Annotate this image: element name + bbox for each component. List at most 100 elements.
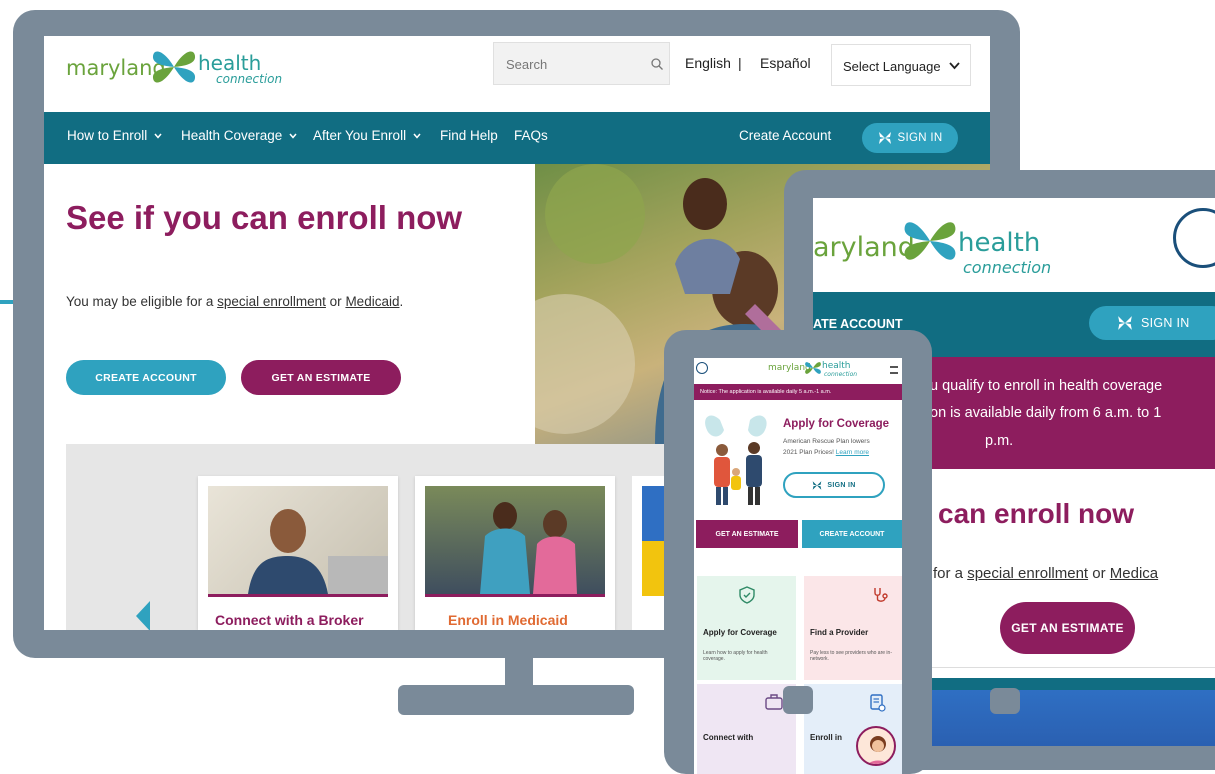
butterfly-icon: [813, 480, 822, 490]
nav-label: After You Enroll: [313, 128, 407, 143]
phone-hero-sub-text: 2021 Plan Prices!: [783, 449, 834, 456]
menu-icon[interactable]: [890, 366, 898, 374]
sign-in-label: SIGN IN: [827, 481, 856, 489]
create-account-button[interactable]: CREATE ACCOUNT: [66, 360, 226, 395]
tablet-get-estimate-button[interactable]: GET AN ESTIMATE: [1000, 602, 1135, 654]
hero-text-before: You may be eligible for a: [66, 294, 218, 309]
nav-label: Health Coverage: [181, 128, 283, 143]
phone-tile-provider[interactable]: Find a Provider Pay less to see provider…: [804, 576, 902, 680]
get-estimate-label: GET AN ESTIMATE: [715, 530, 779, 538]
broker-photo: [208, 486, 388, 594]
tile-title: Find a Provider: [810, 628, 869, 637]
tablet-seal-icon: [1173, 208, 1215, 268]
avatar: [856, 726, 896, 766]
card-underline: [425, 594, 605, 597]
butterfly-logo-icon: [152, 51, 196, 83]
medicaid-illustration: [480, 502, 577, 594]
hero-text-mid: or: [1088, 565, 1110, 582]
notice-line: u qualify to enroll in health coverage: [930, 378, 1163, 394]
hero-text-after: .: [399, 294, 404, 309]
language-select-value: Select Language: [843, 59, 941, 74]
logo-connection: connection: [824, 371, 858, 378]
phone-get-estimate-button[interactable]: GET AN ESTIMATE: [696, 520, 798, 548]
hero-text: You may be eligible for a special enroll…: [66, 294, 403, 309]
get-estimate-label: GET AN ESTIMATE: [1011, 621, 1124, 635]
nav-after-you-enroll[interactable]: After You Enroll: [313, 128, 421, 143]
chevron-down-icon: [413, 133, 421, 139]
sign-in-label: SIGN IN: [897, 132, 943, 144]
phone-notice-bar: Notice: The application is available dai…: [694, 384, 902, 400]
phone-tile-enroll[interactable]: Enroll in: [804, 684, 902, 774]
logo-connection: connection: [963, 258, 1052, 277]
monitor-base: [398, 685, 634, 715]
tile-desc: Pay less to see providers who are in-net…: [810, 650, 892, 662]
tile-desc: Learn how to apply for health coverage.: [703, 650, 768, 662]
butterfly-icon: [878, 132, 891, 144]
notice-line: on is available daily from 6 a.m. to 1: [930, 405, 1162, 421]
create-account-label: CREATE ACCOUNT: [819, 530, 885, 538]
chevron-down-icon: [154, 133, 162, 139]
phone-home-button[interactable]: [783, 686, 813, 714]
get-estimate-label: GET AN ESTIMATE: [271, 371, 371, 384]
logo-maryland: aryland: [813, 232, 915, 263]
language-select[interactable]: Select Language: [831, 44, 971, 86]
tablet-create-account[interactable]: ATE ACCOUNT: [813, 317, 903, 331]
nav-find-help[interactable]: Find Help: [440, 128, 498, 143]
notice-line: p.m.: [985, 433, 1014, 449]
avatar-illustration: [868, 736, 888, 764]
card-medicaid[interactable]: Enroll in Medicaid: [415, 476, 615, 630]
butterfly-logo-icon: [904, 222, 956, 260]
nav-label: How to Enroll: [67, 128, 148, 143]
phone-create-account-button[interactable]: CREATE ACCOUNT: [802, 520, 902, 548]
medicaid-photo: [425, 486, 605, 594]
tablet-page-title: can enroll now: [938, 498, 1135, 529]
logo-health: health: [958, 228, 1041, 258]
medicaid-link[interactable]: Medica: [1110, 565, 1158, 582]
tablet-logo[interactable]: aryland health connection: [813, 210, 1063, 280]
chevron-down-icon: [949, 62, 960, 70]
phone-tile-apply[interactable]: Apply for Coverage Learn how to apply fo…: [697, 576, 796, 680]
card-broker[interactable]: Connect with a Broker: [198, 476, 398, 630]
lang-espanol-link[interactable]: Español: [760, 55, 811, 71]
stethoscope-icon: [874, 588, 888, 602]
people-illustration: [705, 415, 767, 505]
phone-hero-sub2: 2021 Plan Prices! Learn more: [783, 449, 869, 456]
search-box[interactable]: Search: [493, 42, 670, 85]
page-title: See if you can enroll now: [66, 199, 463, 236]
phone-tile-connect[interactable]: Connect with: [697, 684, 796, 774]
search-icon[interactable]: [651, 58, 663, 70]
tile-title: Enroll in: [810, 733, 842, 742]
phone-hero-sub: American Rescue Plan lowers: [783, 438, 870, 445]
hero-text-before: for a: [933, 565, 968, 582]
document-check-icon: [870, 694, 886, 712]
logo-health: health: [822, 361, 851, 371]
sign-in-button[interactable]: SIGN IN: [862, 123, 958, 153]
site-logo[interactable]: maryland health connection: [66, 42, 286, 98]
lang-english-link[interactable]: English: [685, 55, 731, 71]
tile-title: Apply for Coverage: [703, 628, 777, 637]
nav-create-account[interactable]: Create Account: [739, 128, 831, 143]
special-enrollment-link[interactable]: special enrollment: [217, 294, 326, 309]
get-estimate-button[interactable]: GET AN ESTIMATE: [241, 360, 401, 395]
carousel-prev-arrow-icon[interactable]: [136, 601, 150, 630]
nav-how-to-enroll[interactable]: How to Enroll: [67, 128, 162, 143]
sign-in-label: SIGN IN: [1141, 316, 1190, 330]
medicaid-link[interactable]: Medicaid: [345, 294, 399, 309]
phone-header: maryland health connection: [694, 358, 902, 384]
card-title: Connect with a Broker: [215, 612, 364, 628]
nav-health-coverage[interactable]: Health Coverage: [181, 128, 297, 143]
card-title: Enroll in Medicaid: [448, 612, 568, 628]
learn-more-link[interactable]: Learn more: [836, 449, 869, 456]
tablet-home-button[interactable]: [990, 688, 1020, 714]
main-nav: How to Enroll Health Coverage After You …: [44, 112, 990, 164]
tablet-sign-in-button[interactable]: SIGN IN: [1089, 306, 1215, 340]
tile-title: Connect with: [703, 733, 754, 742]
shield-check-icon: [739, 586, 755, 604]
card-underline: [208, 594, 388, 597]
logo-connection: connection: [216, 72, 283, 86]
nav-faqs[interactable]: FAQs: [514, 128, 548, 143]
phone-seal-icon: [696, 362, 708, 374]
search-input[interactable]: Search: [506, 57, 547, 72]
phone-sign-in-button[interactable]: SIGN IN: [783, 472, 885, 498]
special-enrollment-link[interactable]: special enrollment: [967, 565, 1088, 582]
